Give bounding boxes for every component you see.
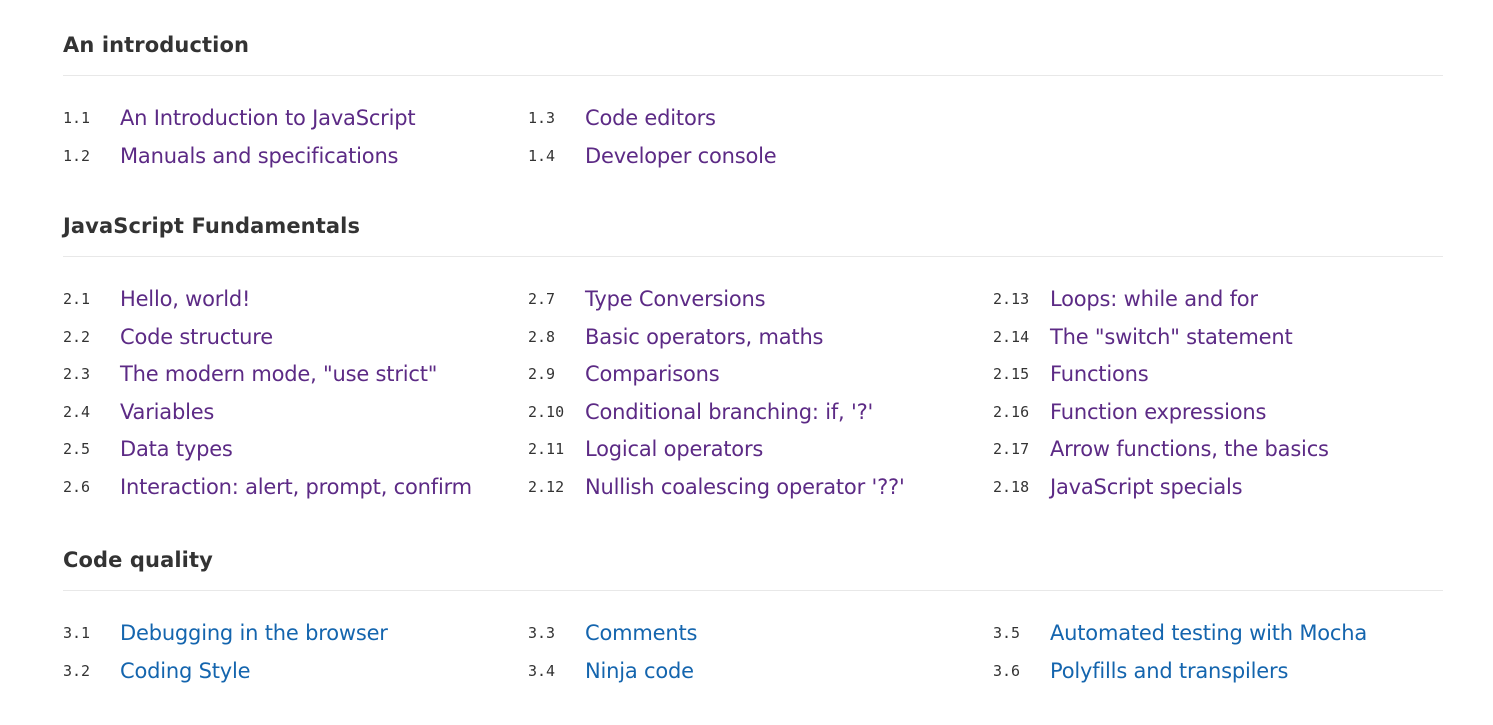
section-divider	[63, 590, 1443, 591]
section-divider	[63, 256, 1443, 257]
chapter-number: 2.13	[993, 290, 1030, 308]
chapter-number: 2.8	[528, 327, 556, 346]
chapter-number: 3.6	[993, 661, 1021, 680]
section-title[interactable]: JavaScript Fundamentals	[63, 212, 1443, 240]
chapter-link[interactable]: Hello, world!	[120, 281, 250, 318]
chapter-link[interactable]: Polyfills and transpilers	[1050, 653, 1288, 690]
chapter-number: 3.5	[993, 624, 1021, 642]
chapter-link[interactable]: JavaScript specials	[1050, 469, 1243, 506]
chapter-number: 2.14	[993, 327, 1030, 346]
chapter-number: 1.4	[528, 146, 556, 165]
chapter-link[interactable]: Basic operators, maths	[585, 319, 823, 356]
chapter-link[interactable]: Conditional branching: if, '?'	[585, 394, 873, 431]
chapter-link[interactable]: Code editors	[585, 100, 716, 137]
chapter-link[interactable]: Debugging in the browser	[120, 615, 388, 652]
chapter-link[interactable]: Function expressions	[1050, 394, 1266, 431]
chapter-link[interactable]: Manuals and specifications	[120, 138, 398, 175]
chapter-link[interactable]: Functions	[1050, 356, 1149, 393]
section-an-introduction: An introduction 1.1 An Introduction to J…	[63, 31, 1443, 168]
chapter-link[interactable]: Comparisons	[585, 356, 720, 393]
chapter-number: 2.11	[528, 440, 565, 459]
section-title[interactable]: An introduction	[63, 31, 1443, 59]
chapter-link[interactable]: Data types	[120, 431, 233, 468]
chapter-number: 3.4	[528, 661, 556, 680]
chapter-number: 2.6	[63, 477, 91, 496]
chapter-link[interactable]: Interaction: alert, prompt, confirm	[120, 469, 472, 506]
chapter-number: 1.1	[63, 109, 91, 127]
chapter-link[interactable]: Automated testing with Mocha	[1050, 615, 1367, 652]
chapter-number: 2.9	[528, 365, 556, 384]
chapter-link[interactable]: Comments	[585, 615, 697, 652]
chapter-number: 2.15	[993, 365, 1030, 384]
chapter-number: 3.1	[63, 624, 91, 642]
chapter-number: 3.2	[63, 661, 91, 680]
chapter-number: 2.5	[63, 440, 91, 459]
chapter-link[interactable]: Type Conversions	[585, 281, 766, 318]
chapter-link[interactable]: Loops: while and for	[1050, 281, 1258, 318]
chapter-number: 2.3	[63, 365, 91, 384]
chapter-link[interactable]: Coding Style	[120, 653, 251, 690]
tutorial-contents: An introduction 1.1 An Introduction to J…	[0, 0, 1493, 725]
chapter-link[interactable]: The modern mode, "use strict"	[120, 356, 437, 393]
chapter-link[interactable]: Ninja code	[585, 653, 694, 690]
chapter-number: 1.2	[63, 146, 91, 165]
chapter-link[interactable]: Variables	[120, 394, 214, 431]
section-code-quality: Code quality 3.1 Debugging in the browse…	[63, 546, 1443, 683]
chapter-link[interactable]: Code structure	[120, 319, 273, 356]
chapter-number: 2.10	[528, 402, 565, 421]
chapter-number: 2.7	[528, 290, 556, 308]
chapter-number: 1.3	[528, 109, 556, 127]
chapter-number: 2.1	[63, 290, 91, 308]
chapter-link[interactable]: Arrow functions, the basics	[1050, 431, 1329, 468]
section-javascript-fundamentals: JavaScript Fundamentals 2.1 Hello, world…	[63, 212, 1443, 499]
chapter-number: 2.17	[993, 440, 1030, 459]
chapter-number: 2.2	[63, 327, 91, 346]
section-title[interactable]: Code quality	[63, 546, 1443, 574]
chapter-number: 2.18	[993, 477, 1030, 496]
chapter-link[interactable]: Nullish coalescing operator '??'	[585, 469, 905, 506]
chapter-link[interactable]: The "switch" statement	[1050, 319, 1293, 356]
chapter-number: 2.16	[993, 402, 1030, 421]
section-divider	[63, 75, 1443, 76]
chapter-link[interactable]: Logical operators	[585, 431, 763, 468]
chapter-number: 3.3	[528, 624, 556, 642]
chapter-number: 2.4	[63, 402, 91, 421]
chapter-link[interactable]: An Introduction to JavaScript	[120, 100, 416, 137]
chapter-number: 2.12	[528, 477, 565, 496]
chapter-link[interactable]: Developer console	[585, 138, 777, 175]
